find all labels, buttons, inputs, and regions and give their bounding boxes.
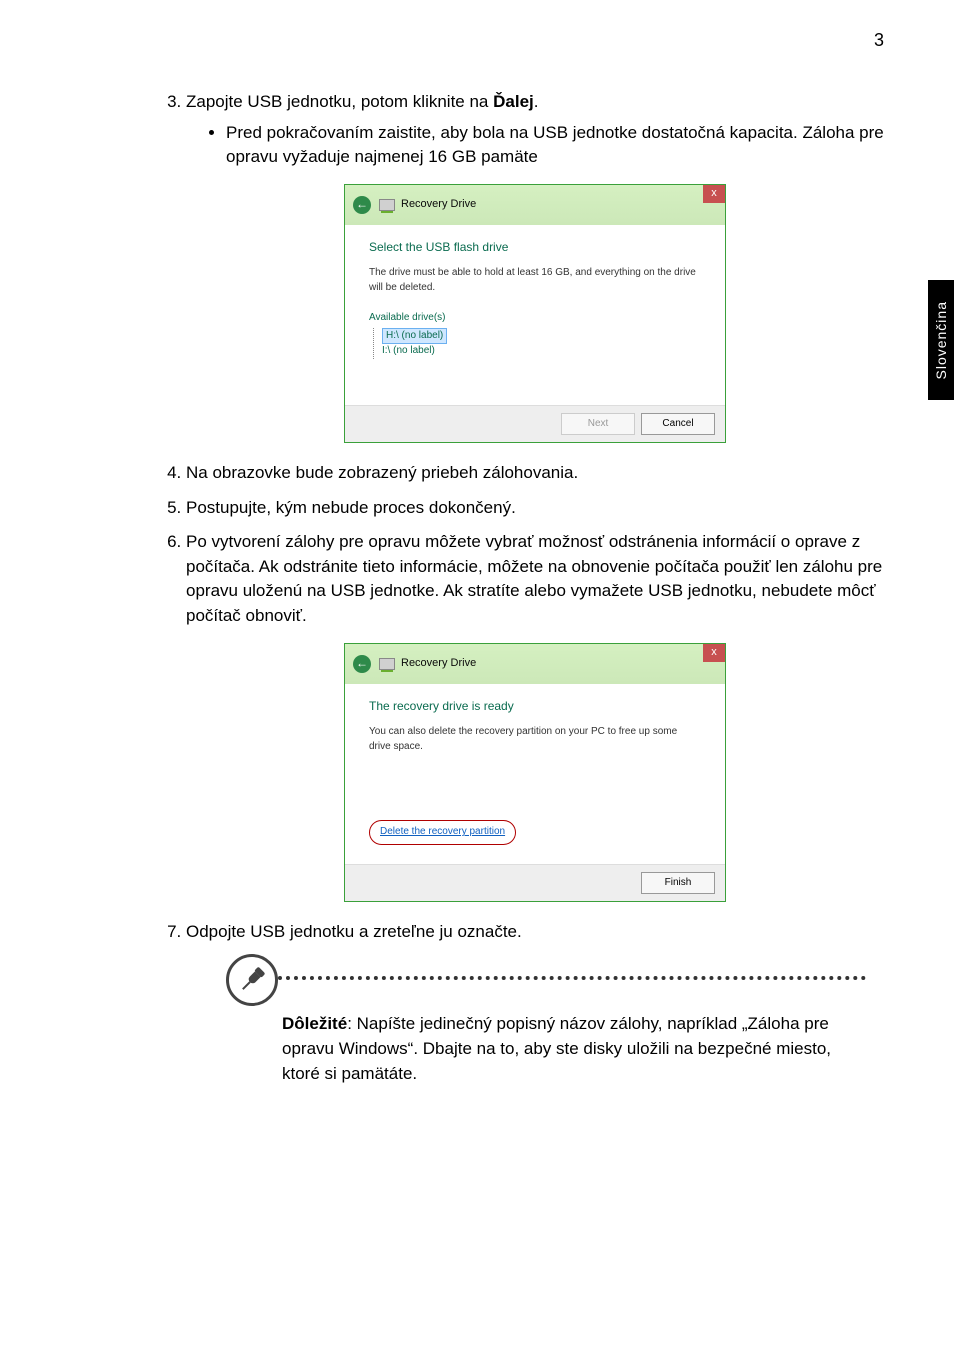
- dialog-titlebar: ← Recovery Drive: [345, 644, 725, 684]
- dialog-heading: The recovery drive is ready: [369, 698, 701, 715]
- sub-list-item: Pred pokračovaním zaistite, aby bola na …: [226, 121, 884, 170]
- page-number: 3: [874, 30, 884, 51]
- note-body: : Napíšte jedinečný popisný názov zálohy…: [282, 1014, 831, 1082]
- back-icon[interactable]: ←: [353, 655, 371, 673]
- important-note: Dôležité: Napíšte jedinečný popisný názo…: [282, 1012, 872, 1086]
- step6-text: Po vytvorení zálohy pre opravu môžete vy…: [186, 532, 882, 625]
- pin-icon: [226, 954, 278, 1006]
- dialog-title: Recovery Drive: [401, 656, 476, 672]
- step3-suffix: .: [534, 92, 539, 111]
- dialog-title: Recovery Drive: [401, 197, 476, 213]
- instruction-list: Zapojte USB jednotku, potom kliknite na …: [160, 90, 884, 1086]
- delete-partition-highlight: Delete the recovery partition: [369, 820, 516, 845]
- next-button[interactable]: Next: [561, 413, 635, 435]
- list-item: Po vytvorení zálohy pre opravu môžete vy…: [186, 530, 884, 902]
- drive-tree: H:\ (no label) I:\ (no label): [373, 328, 701, 359]
- cancel-button[interactable]: Cancel: [641, 413, 715, 435]
- available-drives-label: Available drive(s): [369, 311, 701, 326]
- step3-bold: Ďalej: [493, 92, 534, 111]
- list-item: Na obrazovke bude zobrazený priebeh zálo…: [186, 461, 884, 486]
- back-icon[interactable]: ←: [353, 196, 371, 214]
- language-side-tab: Slovenčina: [928, 280, 954, 400]
- close-icon[interactable]: x: [703, 644, 725, 662]
- dialog-titlebar: ← Recovery Drive: [345, 185, 725, 225]
- note-bold: Dôležité: [282, 1014, 347, 1033]
- finish-button[interactable]: Finish: [641, 872, 715, 894]
- dotted-line: [278, 976, 866, 980]
- close-icon[interactable]: x: [703, 185, 725, 203]
- dialog-text: The drive must be able to hold at least …: [369, 266, 701, 295]
- step7-text: Odpojte USB jednotku a zreteľne ju označ…: [186, 922, 522, 941]
- drive-icon: [379, 199, 395, 211]
- list-item: Postupujte, kým nebude proces dokončený.: [186, 496, 884, 521]
- recovery-dialog-2: x ← Recovery Drive The recovery drive is…: [344, 643, 726, 902]
- note-row: [226, 954, 866, 1006]
- dialog-footer: Finish: [345, 864, 725, 901]
- drive-icon: [379, 658, 395, 670]
- delete-partition-link[interactable]: Delete the recovery partition: [380, 826, 505, 837]
- drive-option[interactable]: I:\ (no label): [382, 344, 701, 359]
- sub-list: Pred pokračovaním zaistite, aby bola na …: [186, 121, 884, 170]
- step3-prefix: Zapojte USB jednotku, potom kliknite na: [186, 92, 493, 111]
- dialog-heading: Select the USB flash drive: [369, 239, 701, 256]
- drive-option-selected[interactable]: H:\ (no label): [382, 328, 447, 345]
- list-item: Zapojte USB jednotku, potom kliknite na …: [186, 90, 884, 443]
- language-side-label: Slovenčina: [933, 301, 949, 380]
- dialog-text: You can also delete the recovery partiti…: [369, 725, 701, 754]
- recovery-dialog-1: x ← Recovery Drive Select the USB flash …: [344, 184, 726, 443]
- dialog-footer: Next Cancel: [345, 405, 725, 442]
- list-item: Odpojte USB jednotku a zreteľne ju označ…: [186, 920, 884, 1087]
